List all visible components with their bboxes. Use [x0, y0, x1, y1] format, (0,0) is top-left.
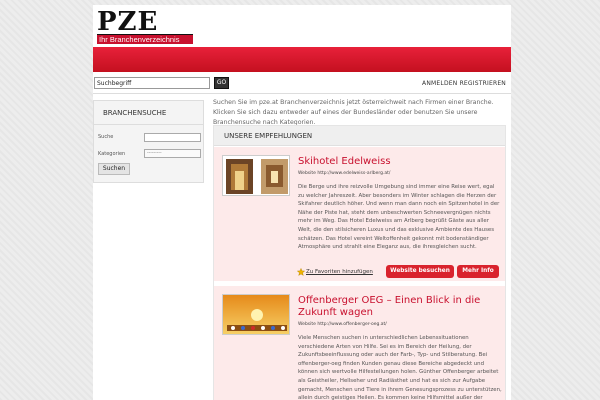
recommendations-panel: UNSERE EMPFEHLUNGEN Skihotel Edelweiss W…: [213, 125, 506, 400]
listing-thumbnail[interactable]: [222, 155, 290, 196]
listing-thumbnail[interactable]: [222, 294, 290, 335]
categories-select[interactable]: ---------: [144, 149, 201, 158]
star-icon: [297, 268, 305, 276]
auth-links: ANMELDEN REGISTRIEREN: [422, 80, 506, 87]
listing-description: Die Berge und ihre reizvolle Umgebung si…: [298, 184, 500, 251]
page-container: PZE Ihr Branchenverzeichnis GO ANMELDEN …: [93, 5, 511, 400]
recommendations-header: UNSERE EMPFEHLUNGEN: [214, 126, 505, 146]
listing-title[interactable]: Skihotel Edelweiss: [298, 156, 498, 168]
sunset-image-icon: [223, 295, 289, 334]
intro-text: Suchen Sie im pze.at Branchenverzeichnis…: [213, 99, 494, 126]
listing-website[interactable]: Website http://www.edelweiss-arlberg.at/: [298, 171, 390, 176]
go-button[interactable]: GO: [214, 77, 229, 89]
add-favorite-link[interactable]: Zu Favoriten hinzufügen: [306, 269, 373, 275]
search-field-label: Suche: [98, 134, 114, 140]
recommendations-title: UNSERE EMPFEHLUNGEN: [224, 132, 313, 140]
search-input[interactable]: [94, 77, 210, 89]
listing-actions: Zu Favoriten hinzufügen Website besuchen…: [214, 261, 505, 281]
divider: [94, 124, 203, 125]
visit-website-button[interactable]: Website besuchen: [386, 265, 454, 278]
suchen-button[interactable]: Suchen: [98, 163, 130, 175]
branch-search-input[interactable]: [144, 133, 201, 142]
categories-label: Kategorien: [98, 151, 126, 157]
listing-item: Offenberger OEG – Einen Blick in die Zuk…: [214, 286, 505, 400]
listing-website[interactable]: Website http://www.offenberger-oeg.at/: [298, 322, 387, 327]
site-logo[interactable]: PZE Ihr Branchenverzeichnis: [97, 7, 193, 44]
more-info-button[interactable]: Mehr Info: [457, 265, 499, 278]
login-link[interactable]: ANMELDEN: [422, 80, 457, 87]
header: PZE Ihr Branchenverzeichnis: [93, 5, 511, 47]
search-bar: GO ANMELDEN REGISTRIEREN: [93, 72, 511, 94]
logo-subtitle: Ihr Branchenverzeichnis: [97, 34, 193, 44]
logo-title: PZE: [97, 7, 159, 37]
branch-search-box: BRANCHENSUCHE Suche Kategorien ---------…: [93, 100, 204, 183]
listing-description: Viele Menschen suchen in unterschiedlich…: [298, 335, 502, 400]
hotel-image-icon: [223, 156, 289, 195]
navigation-bar: [93, 47, 511, 72]
listing-title[interactable]: Offenberger OEG – Einen Blick in die Zuk…: [298, 295, 498, 319]
branch-search-title: BRANCHENSUCHE: [103, 109, 167, 117]
register-link[interactable]: REGISTRIEREN: [460, 80, 506, 87]
